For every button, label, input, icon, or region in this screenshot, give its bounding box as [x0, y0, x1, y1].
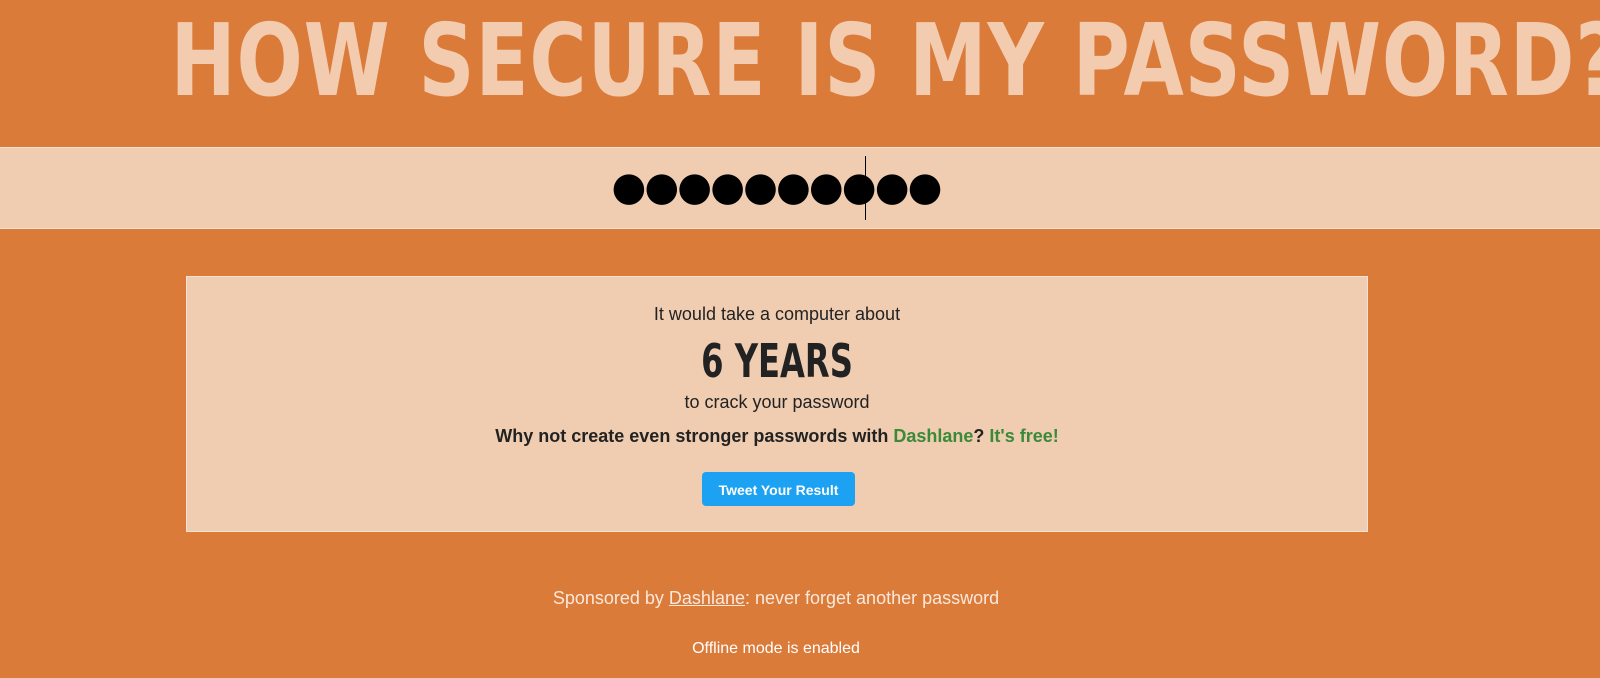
result-intro-text: It would take a computer about	[653, 304, 901, 324]
promo-question-mark: ?	[973, 426, 985, 446]
promo-line: Why not create even stronger passwords w…	[187, 425, 1367, 447]
page-title: HOW SECURE IS MY PASSWORD?	[170, 2, 1600, 119]
crack-time-value: 6 YEARS	[701, 334, 853, 388]
its-free-link[interactable]: It's free!	[989, 426, 1058, 446]
dashlane-promo-link[interactable]: Dashlane	[893, 426, 973, 446]
result-outro-text: to crack your password	[684, 392, 870, 412]
promo-text: Why not create even stronger passwords w…	[495, 426, 894, 446]
tweet-result-button[interactable]: Tweet Your Result	[702, 472, 855, 506]
result-panel: It would take a computer about 6 YEARS t…	[186, 276, 1368, 532]
password-input[interactable]: ●●●●●●●●●●	[0, 148, 1552, 228]
text-caret	[865, 156, 866, 220]
sponsor-suffix: : never forget another password	[744, 588, 1000, 608]
offline-notice: Offline mode is enabled	[692, 640, 860, 657]
sponsor-line: Sponsored by Dashlane: never forget anot…	[0, 587, 1552, 609]
password-bar: ●●●●●●●●●●	[0, 147, 1600, 229]
dashlane-sponsor-link[interactable]: Dashlane	[669, 588, 745, 608]
sponsor-prefix: Sponsored by	[552, 588, 669, 608]
